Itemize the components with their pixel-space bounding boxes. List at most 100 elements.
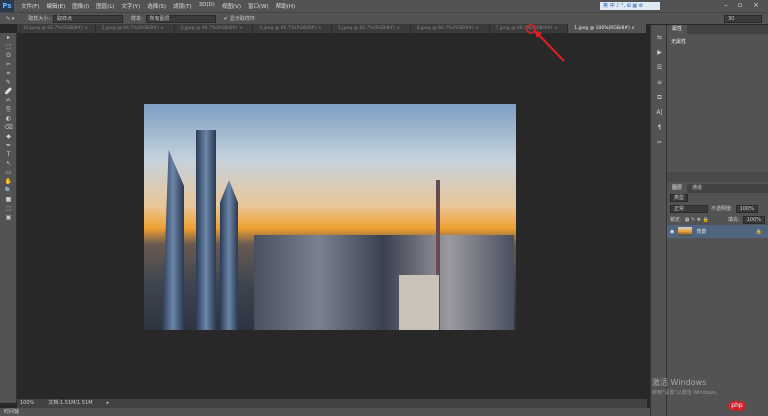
- tab-label: 4.jpeg @ 66.7%(RGB/8#): [259, 26, 317, 31]
- tool-icon[interactable]: T: [0, 150, 17, 159]
- tool-icon[interactable]: ʘ: [0, 51, 17, 60]
- menu-item[interactable]: 文件(F): [21, 2, 39, 10]
- document-tab[interactable]: 5.jpeg @ 66.7%(RGB/8#) ×: [332, 24, 411, 33]
- tool-icon[interactable]: ✍: [0, 96, 17, 105]
- sample-label: 样本:: [130, 16, 143, 22]
- fill-label: 填充:: [728, 217, 740, 223]
- menu-item[interactable]: 文字(Y): [122, 2, 141, 10]
- arrow-line: [535, 31, 565, 62]
- close-button[interactable]: ×: [750, 1, 762, 11]
- document-tab[interactable]: 2.jpeg @ 66.7%(RGB/8#) ×: [96, 24, 175, 33]
- dock-panel-icon[interactable]: ✂: [651, 138, 668, 147]
- menu-item[interactable]: 编辑(E): [46, 2, 65, 10]
- tool-icon[interactable]: 🔍: [0, 186, 17, 195]
- tool-icon[interactable]: ✋: [0, 177, 17, 186]
- tool-icon[interactable]: ↖: [0, 159, 17, 168]
- opacity-input[interactable]: 100%: [735, 204, 758, 213]
- tab-properties[interactable]: 属性: [667, 25, 688, 34]
- tool-icon[interactable]: ◐: [0, 114, 17, 123]
- tab-label: 6.jpeg @ 66.7%(RGB/8#): [416, 26, 474, 31]
- layer-item-background[interactable]: ◉ 背景 🔒: [667, 225, 768, 238]
- sample-select[interactable]: 所有图层: [145, 14, 216, 23]
- document-tab[interactable]: 3.jpeg @ 66.7%(RGB/8#) ×: [175, 24, 254, 33]
- tab-label: 10.jpeg @ 66.7%(RGB/8#): [23, 26, 83, 31]
- fill-input[interactable]: 100%: [742, 215, 765, 224]
- dock-panel-icon[interactable]: ⧉: [651, 93, 668, 102]
- highlight-circle: [526, 24, 536, 34]
- menu-item[interactable]: 滤镜(T): [173, 2, 192, 10]
- dock-panel-icon[interactable]: A|: [651, 108, 668, 117]
- panel-dock: ⇆ ▶ ☰ ≡ ⧉ A| ¶ ✂: [650, 25, 667, 416]
- eye-icon[interactable]: ◉: [670, 229, 674, 235]
- tool-icon[interactable]: ⌫: [0, 123, 17, 132]
- activation-watermark-title: 激活 Windows: [652, 378, 707, 387]
- city-skyline-photo: [144, 104, 516, 330]
- tool-icon[interactable]: ✒: [0, 141, 17, 150]
- tab-close-icon[interactable]: ×: [630, 26, 635, 31]
- menu-item[interactable]: 窗口(W): [248, 2, 269, 10]
- tab-close-icon[interactable]: ×: [316, 26, 322, 31]
- tab-close-icon[interactable]: ×: [474, 26, 479, 31]
- tool-icon[interactable]: ▭: [0, 168, 17, 177]
- dock-panel-icon[interactable]: ≡: [651, 78, 668, 87]
- dock-panel-icon[interactable]: ▶: [651, 48, 668, 57]
- tool-icon[interactable]: ✂: [0, 60, 17, 69]
- tab-close-icon[interactable]: ×: [395, 26, 400, 31]
- status-menu-arrow[interactable]: ▸: [107, 399, 110, 408]
- properties-panel: 无属性: [667, 34, 768, 172]
- document-tab[interactable]: 1.jpeg @ 100%(RGB/8#) ×: [568, 24, 647, 33]
- document-tab[interactable]: 4.jpeg @ 66.7%(RGB/8#) ×: [253, 24, 332, 33]
- lock-icon: 🔒: [755, 228, 762, 235]
- lock-icons[interactable]: ▦ ✎ ✥ 🔒: [685, 217, 709, 223]
- menu-item[interactable]: 选择(S): [147, 2, 166, 10]
- tools-panel: ▸ ⬚ ʘ ✂ ⌗ ✎ 🩹 ✍ ⎘ ◐ ⌫ ◆ ✒ T ↖ ▭ ✋ 🔍 ■ ⬚ ▣: [0, 33, 17, 403]
- tool-icon[interactable]: ⎘: [0, 105, 17, 114]
- tool-icon[interactable]: ■: [0, 195, 17, 204]
- sample-size-select[interactable]: 取样点: [52, 14, 123, 23]
- tool-icon[interactable]: ◆: [0, 132, 17, 141]
- tab-close-icon[interactable]: ×: [159, 26, 164, 31]
- tool-icon[interactable]: ⬚: [0, 204, 17, 213]
- tool-icon[interactable]: ⌗: [0, 69, 17, 78]
- status-bar: 100% 文档:1.51M/1.51M ▸: [17, 399, 647, 408]
- eyedropper-icon[interactable]: ✎ ▾: [6, 16, 14, 22]
- dock-panel-icon[interactable]: ☰: [651, 63, 668, 72]
- document-tab[interactable]: 6.jpeg @ 66.7%(RGB/8#) ×: [411, 24, 490, 33]
- options-bar: ✎ ▾ 取样大小: 取样点 样本: 所有图层 ✔ 显示取样环 30: [0, 12, 768, 24]
- activation-watermark-subtitle: 转到"设置"以激活 Windows。: [652, 390, 721, 396]
- restore-button[interactable]: ▫: [734, 1, 746, 11]
- tool-icon[interactable]: 🩹: [0, 87, 17, 96]
- tab-channels[interactable]: 通道: [687, 184, 707, 193]
- tool-icon[interactable]: ⬚: [0, 42, 17, 51]
- tab-layers[interactable]: 图层: [667, 184, 688, 193]
- show-ring-label: 显示取样环: [229, 16, 255, 22]
- zoom-level[interactable]: 100%: [20, 399, 34, 408]
- tool-icon[interactable]: ▣: [0, 213, 17, 222]
- tab-label: 1.jpeg @ 100%(RGB/8#): [574, 26, 630, 31]
- layer-name: 背景: [696, 229, 707, 235]
- show-ring-checkbox[interactable]: ✔: [224, 16, 228, 22]
- opacity-label: 不透明度:: [711, 206, 733, 212]
- dock-panel-icon[interactable]: ⇆: [651, 33, 668, 42]
- no-properties-text: 无属性: [671, 39, 687, 45]
- minimize-button[interactable]: –: [720, 1, 732, 11]
- tab-close-icon[interactable]: ×: [83, 26, 88, 31]
- tool-icon[interactable]: ▸: [0, 33, 17, 42]
- timeline-tab[interactable]: 时间轴: [0, 408, 650, 416]
- layer-thumbnail: [678, 227, 693, 236]
- tool-icon[interactable]: ✎: [0, 78, 17, 87]
- layer-filter-select[interactable]: 类型: [670, 194, 689, 202]
- menu-item[interactable]: 帮助(H): [276, 2, 295, 10]
- workspace-select[interactable]: 30: [724, 14, 762, 23]
- dock-panel-icon[interactable]: ¶: [651, 123, 668, 132]
- menu-item[interactable]: 图层(L): [96, 2, 114, 10]
- menu-item[interactable]: 3D(D): [199, 2, 215, 10]
- sample-size-label: 取样大小:: [28, 16, 50, 22]
- document-tab[interactable]: 10.jpeg @ 66.7%(RGB/8#) ×: [17, 24, 96, 33]
- lock-label: 锁定:: [670, 217, 682, 223]
- menu-item[interactable]: 图像(I): [72, 2, 89, 10]
- ime-toolbar[interactable]: 英 中 ♪ °, ⊞ ▦ ⚙: [600, 2, 660, 10]
- menu-item[interactable]: 视图(V): [222, 2, 241, 10]
- blend-mode-select[interactable]: 正常: [670, 204, 708, 213]
- tab-close-icon[interactable]: ×: [238, 26, 243, 31]
